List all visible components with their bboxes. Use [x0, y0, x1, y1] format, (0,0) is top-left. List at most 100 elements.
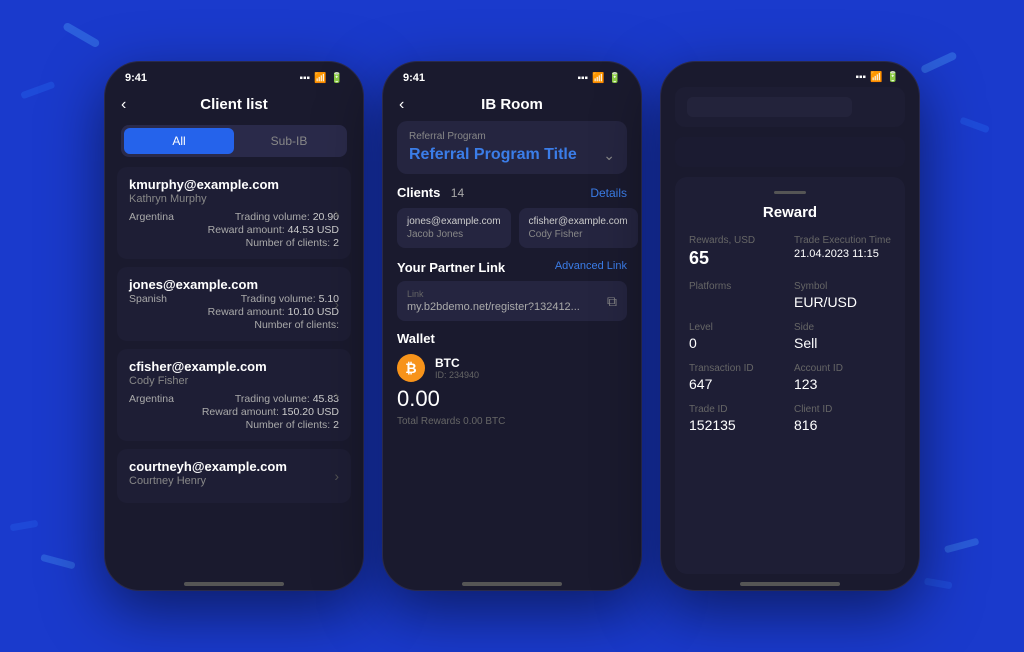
reward-field-0: Rewards, USD 65: [689, 235, 786, 269]
nav-bar-2: ‹ IB Room: [383, 88, 641, 121]
trading-label-2: Trading volume: 5.10: [241, 293, 339, 305]
wifi-icon-2: 📶: [592, 73, 604, 84]
reward-section: Reward Rewards, USD 65 Trade Execution T…: [675, 177, 905, 574]
advanced-link[interactable]: Advanced Link: [555, 260, 627, 275]
client-card-email-2: cfisher@example.com: [529, 216, 628, 227]
reward-content: Reward Rewards, USD 65 Trade Execution T…: [661, 87, 919, 574]
time-1: 9:41: [125, 72, 147, 84]
copy-icon[interactable]: ⧉: [607, 293, 617, 310]
field-value-3: EUR/USD: [794, 294, 891, 310]
wifi-icon-3: 📶: [870, 72, 882, 83]
coin-info: BTC ID: 234940: [435, 356, 479, 380]
chevron-1: ›: [334, 205, 339, 221]
back-button-1[interactable]: ‹: [121, 96, 126, 114]
client-card-2[interactable]: cfisher@example.com Cody Fisher: [519, 208, 638, 248]
tab-all[interactable]: All: [124, 128, 234, 154]
client-item-3[interactable]: cfisher@example.com Cody Fisher Argentin…: [117, 349, 351, 441]
field-label-9: Client ID: [794, 404, 891, 415]
reward-field-4: Level 0: [689, 322, 786, 351]
field-value-8: 152135: [689, 417, 786, 433]
client-item-2[interactable]: jones@example.com Spanish Trading volume…: [117, 267, 351, 341]
link-label: Link: [407, 289, 580, 299]
stat-row-1b: Reward amount: 44.53 USD: [129, 224, 339, 236]
clients-header: Clients 14 Details: [397, 184, 627, 202]
reward-field-1: Trade Execution Time 21.04.2023 11:15: [794, 235, 891, 269]
wallet-box: Wallet ₿ BTC ID: 234940 0.00 Total Rewar…: [397, 331, 627, 427]
client-card-name-2: Cody Fisher: [529, 229, 628, 240]
phone-client-list: 9:41 ▪▪▪ 📶 🔋 ‹ Client list All Sub-IB km…: [104, 61, 364, 591]
client-card-1[interactable]: jones@example.com Jacob Jones: [397, 208, 511, 248]
client-card-name-1: Jacob Jones: [407, 229, 501, 240]
reward-title: Reward: [689, 204, 891, 221]
reward-handle: [774, 191, 806, 194]
ib-content: Referral Program Referral Program Title …: [383, 121, 641, 574]
referral-title: Referral Program Title: [409, 146, 577, 164]
link-display: Link my.b2bdemo.net/register?132412...: [407, 289, 580, 313]
country-3: Argentina: [129, 393, 174, 405]
field-label-1: Trade Execution Time: [794, 235, 891, 246]
field-label-0: Rewards, USD: [689, 235, 786, 246]
field-label-8: Trade ID: [689, 404, 786, 415]
chevron-3: ›: [334, 387, 339, 403]
stat-row-2c: Number of clients:: [129, 319, 339, 331]
field-label-6: Transaction ID: [689, 363, 786, 374]
nav-title-1: Client list: [200, 96, 268, 113]
phone2-content: ‹ IB Room Referral Program Referral Prog…: [383, 88, 641, 574]
field-label-2: Platforms: [689, 281, 786, 292]
link-input-row: Link my.b2bdemo.net/register?132412... ⧉: [397, 281, 627, 321]
reward-field-9: Client ID 816: [794, 404, 891, 433]
status-bar-1: 9:41 ▪▪▪ 📶 🔋: [105, 62, 363, 88]
client-stats-3: Argentina Trading volume: 45.83 Reward a…: [129, 393, 339, 431]
client-card-email-1: jones@example.com: [407, 216, 501, 227]
client-stats-1: Argentina Trading volume: 20.90 Reward a…: [129, 211, 339, 249]
field-value-0: 65: [689, 248, 786, 269]
blurred-bar: [687, 97, 852, 117]
back-button-2[interactable]: ‹: [399, 96, 404, 114]
country-2: Spanish: [129, 293, 167, 305]
battery-icon-3: 🔋: [887, 72, 899, 83]
reward-field-8: Trade ID 152135: [689, 404, 786, 433]
reward-field-5: Side Sell: [794, 322, 891, 351]
stat-row-1a: Argentina Trading volume: 20.90: [129, 211, 339, 223]
blurred-section-2: [675, 137, 905, 167]
blurred-header: [675, 87, 905, 127]
client-item-4[interactable]: courtneyh@example.com Courtney Henry ›: [117, 449, 351, 503]
home-indicator-2: [462, 582, 562, 586]
clients-label-1: Number of clients: 2: [246, 237, 339, 249]
partner-link-title: Your Partner Link: [397, 260, 505, 275]
field-value-9: 816: [794, 417, 891, 433]
client-email-3: cfisher@example.com: [129, 359, 339, 374]
signal-icon-3: ▪▪▪: [855, 72, 866, 83]
client-name-4: Courtney Henry: [129, 475, 339, 487]
referral-box[interactable]: Referral Program Referral Program Title …: [397, 121, 627, 174]
tab-sub-ib[interactable]: Sub-IB: [234, 128, 344, 154]
client-item-1[interactable]: kmurphy@example.com Kathryn Murphy Argen…: [117, 167, 351, 259]
chevron-down-icon: ⌄: [603, 147, 615, 164]
time-2: 9:41: [403, 72, 425, 84]
phone-ib-room: 9:41 ▪▪▪ 📶 🔋 ‹ IB Room Referral Program …: [382, 61, 642, 591]
details-link[interactable]: Details: [590, 186, 627, 200]
trading-label-1: Trading volume: 20.90: [235, 211, 339, 223]
status-bar-2: 9:41 ▪▪▪ 📶 🔋: [383, 62, 641, 88]
stat-row-2b: Reward amount: 10.10 USD: [129, 306, 339, 318]
nav-bar-1: ‹ Client list: [105, 88, 363, 121]
field-value-6: 647: [689, 376, 786, 392]
client-email-2: jones@example.com: [129, 277, 339, 292]
reward-field-7: Account ID 123: [794, 363, 891, 392]
wallet-coin-row: ₿ BTC ID: 234940: [397, 354, 627, 382]
wallet-title: Wallet: [397, 331, 627, 346]
field-value-5: Sell: [794, 335, 891, 351]
signal-icon-2: ▪▪▪: [577, 73, 588, 84]
battery-icon: 🔋: [331, 73, 343, 84]
clients-grid: jones@example.com Jacob Jones cfisher@ex…: [397, 208, 627, 248]
chevron-4: ›: [334, 468, 339, 484]
referral-row: Referral Program Title ⌄: [409, 146, 615, 164]
btc-icon: ₿: [397, 354, 425, 382]
stat-row-3b: Reward amount: 150.20 USD: [129, 406, 339, 418]
battery-icon-2: 🔋: [609, 73, 621, 84]
client-list: kmurphy@example.com Kathryn Murphy Argen…: [105, 167, 363, 574]
clients-label-group: Clients 14: [397, 184, 464, 202]
status-bar-3: ▪▪▪ 📶 🔋: [661, 62, 919, 87]
referral-label: Referral Program: [409, 131, 615, 142]
country-1: Argentina: [129, 211, 174, 223]
